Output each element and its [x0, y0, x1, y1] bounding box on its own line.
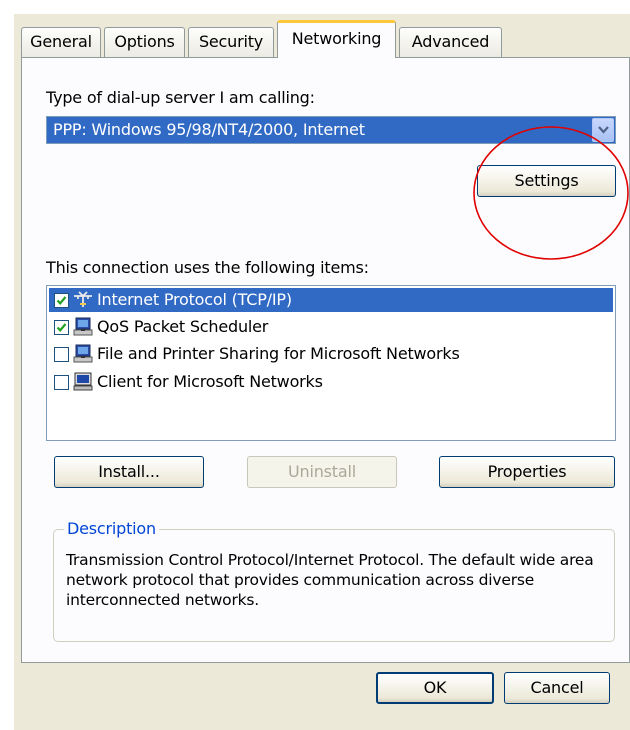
network-client-icon	[73, 372, 93, 391]
qos-checkbox[interactable]	[54, 320, 69, 335]
connection-properties-dialog: General Options Security Networking Adva…	[14, 14, 630, 730]
file-printer-sharing-checkbox[interactable]	[54, 347, 69, 362]
items-list[interactable]: Internet Protocol (TCP/IP) QoS Packet Sc…	[46, 285, 616, 441]
properties-button[interactable]: Properties	[439, 456, 615, 488]
check-icon	[56, 323, 67, 332]
tab-general[interactable]: General	[21, 27, 101, 57]
tab-options[interactable]: Options	[104, 27, 185, 57]
client-ms-networks-checkbox[interactable]	[54, 375, 69, 390]
annotation-circle	[473, 126, 629, 260]
list-item-label: File and Printer Sharing for Microsoft N…	[97, 344, 460, 363]
network-protocol-icon	[74, 291, 92, 307]
install-button[interactable]: Install...	[54, 456, 204, 488]
network-service-icon	[73, 344, 93, 363]
uninstall-button[interactable]: Uninstall	[247, 456, 397, 488]
items-label: This connection uses the following items…	[46, 258, 369, 277]
description-text: Transmission Control Protocol/Internet P…	[66, 551, 594, 609]
tab-networking[interactable]: Networking	[277, 20, 396, 58]
list-item-client-ms-networks[interactable]: Client for Microsoft Networks	[49, 370, 613, 394]
ok-button[interactable]: OK	[376, 672, 494, 704]
tab-security[interactable]: Security	[188, 27, 274, 57]
list-item-qos-scheduler[interactable]: QoS Packet Scheduler	[49, 315, 613, 339]
list-item-label: Client for Microsoft Networks	[97, 372, 323, 391]
tcp-ip-checkbox[interactable]	[54, 293, 69, 308]
list-item-tcp-ip[interactable]: Internet Protocol (TCP/IP)	[49, 288, 613, 312]
network-service-icon	[73, 317, 93, 336]
list-item-label: Internet Protocol (TCP/IP)	[97, 290, 292, 309]
check-icon	[56, 296, 67, 305]
description-legend: Description	[64, 519, 159, 538]
tab-advanced[interactable]: Advanced	[399, 27, 502, 57]
description-group: Description Transmission Control Protoco…	[53, 519, 615, 642]
server-type-label: Type of dial-up server I am calling:	[46, 88, 315, 107]
server-type-value: PPP: Windows 95/98/NT4/2000, Internet	[53, 120, 365, 139]
list-item-file-printer-sharing[interactable]: File and Printer Sharing for Microsoft N…	[49, 342, 613, 366]
cancel-button[interactable]: Cancel	[504, 672, 610, 704]
list-item-label: QoS Packet Scheduler	[97, 317, 269, 336]
